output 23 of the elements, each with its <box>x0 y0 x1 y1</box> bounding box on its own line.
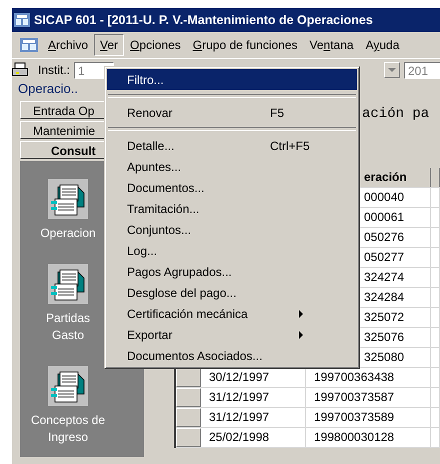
item-label: Gasto <box>52 327 84 344</box>
menu-item[interactable]: Ventana <box>304 34 360 56</box>
table-cell: 31/12/1997 <box>201 388 306 407</box>
item-label: Ingreso <box>48 429 88 446</box>
section-title: Operacio.. <box>17 81 79 98</box>
table-cell: 199700373589 <box>306 408 431 427</box>
table-cell: 199700373587 <box>306 388 431 407</box>
window-title: SICAP 601 - [2011-U. P. V.-Mantenimiento de Operaciones <box>34 13 373 27</box>
item-label: Operacion <box>40 225 96 242</box>
table-cell: 25/02/1998 <box>201 428 306 447</box>
table-cell: 31/12/1997 <box>201 408 306 427</box>
menu-item[interactable]: Ayuda <box>360 34 406 56</box>
menu-item[interactable]: Grupo de funciones <box>186 34 304 56</box>
table-cell: 199800030128 <box>306 428 431 447</box>
institution-label: Instit.: <box>38 63 70 77</box>
menu-item[interactable]: Opciones <box>124 34 187 56</box>
item-label: Partidas <box>46 310 90 327</box>
menu-item[interactable]: Ver <box>94 34 124 56</box>
menu-item[interactable]: Archivo <box>42 34 94 56</box>
menu-item[interactable]: Filtro... <box>107 69 357 90</box>
heading-text: ación pa <box>362 106 430 122</box>
item-label: Conceptos de <box>30 412 106 429</box>
year-field[interactable]: 201 <box>404 62 440 78</box>
